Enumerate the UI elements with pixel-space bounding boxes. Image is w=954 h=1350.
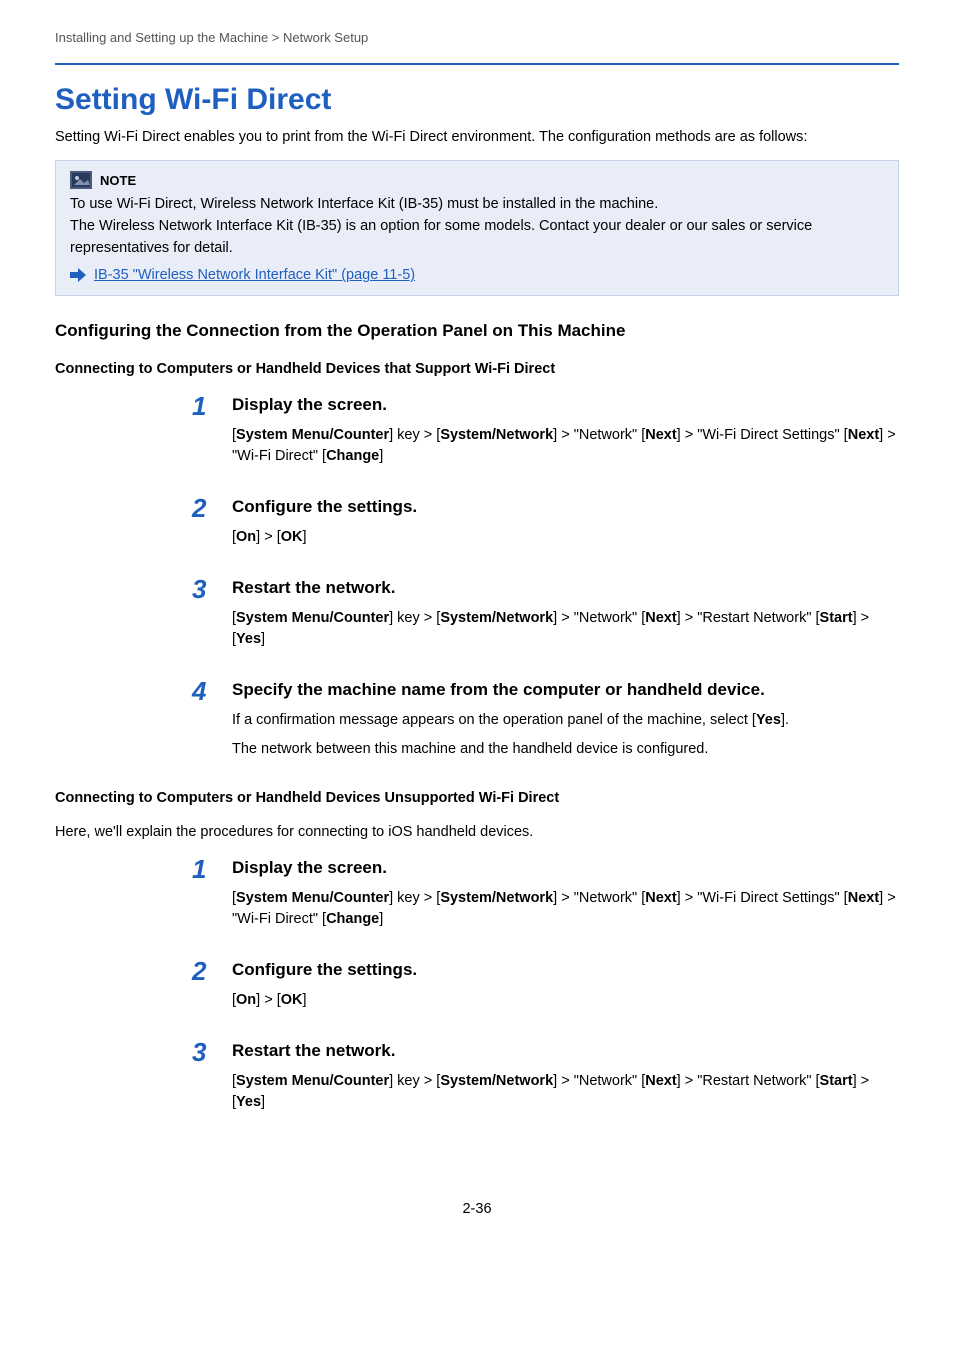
step-title: Restart the network. — [232, 578, 899, 598]
step-detail: [On] > [OK] — [232, 527, 899, 548]
step-number: 1 — [192, 856, 232, 882]
step-title: Configure the settings. — [232, 960, 899, 980]
step-title: Display the screen. — [232, 858, 899, 878]
arrow-right-icon — [70, 268, 86, 282]
step-title: Restart the network. — [232, 1041, 899, 1061]
step-title: Configure the settings. — [232, 497, 899, 517]
page-number: 2-36 — [55, 1201, 899, 1217]
note-box: NOTE To use Wi-Fi Direct, Wireless Netwo… — [55, 160, 899, 296]
step-number: 3 — [192, 1039, 232, 1065]
intro-text: Setting Wi-Fi Direct enables you to prin… — [55, 129, 899, 145]
note-line: To use Wi-Fi Direct, Wireless Network In… — [70, 194, 884, 216]
subsection-heading: Connecting to Computers or Handheld Devi… — [55, 790, 899, 806]
step-item: 1 Display the screen. [System Menu/Count… — [55, 858, 899, 938]
note-line: The Wireless Network Interface Kit (IB-3… — [70, 216, 884, 260]
step-detail: [System Menu/Counter] key > [System/Netw… — [232, 888, 899, 930]
step-item: 3 Restart the network. [System Menu/Coun… — [55, 1041, 899, 1121]
step-number: 2 — [192, 495, 232, 521]
step-item: 2 Configure the settings. [On] > [OK] — [55, 960, 899, 1019]
step-item: 2 Configure the settings. [On] > [OK] — [55, 497, 899, 556]
step-number: 1 — [192, 393, 232, 419]
step-title: Display the screen. — [232, 395, 899, 415]
step-detail: [System Menu/Counter] key > [System/Netw… — [232, 425, 899, 467]
step-number: 3 — [192, 576, 232, 602]
step-item: 3 Restart the network. [System Menu/Coun… — [55, 578, 899, 658]
step-detail: [System Menu/Counter] key > [System/Netw… — [232, 608, 899, 650]
section-heading: Configuring the Connection from the Oper… — [55, 321, 899, 341]
breadcrumb: Installing and Setting up the Machine > … — [55, 30, 899, 65]
subsection-heading: Connecting to Computers or Handheld Devi… — [55, 361, 899, 377]
step-detail: If a confirmation message appears on the… — [232, 710, 899, 731]
body-paragraph: Here, we'll explain the procedures for c… — [55, 824, 899, 840]
step-detail: [System Menu/Counter] key > [System/Netw… — [232, 1071, 899, 1113]
step-title: Specify the machine name from the comput… — [232, 680, 899, 700]
note-icon — [70, 171, 92, 189]
step-detail: The network between this machine and the… — [232, 739, 899, 760]
step-item: 1 Display the screen. [System Menu/Count… — [55, 395, 899, 475]
note-label: NOTE — [100, 173, 136, 188]
step-number: 2 — [192, 958, 232, 984]
step-detail: [On] > [OK] — [232, 990, 899, 1011]
step-item: 4 Specify the machine name from the comp… — [55, 680, 899, 768]
step-number: 4 — [192, 678, 232, 704]
note-link[interactable]: IB-35 "Wireless Network Interface Kit" (… — [94, 267, 415, 283]
page-title: Setting Wi-Fi Direct — [55, 83, 899, 117]
